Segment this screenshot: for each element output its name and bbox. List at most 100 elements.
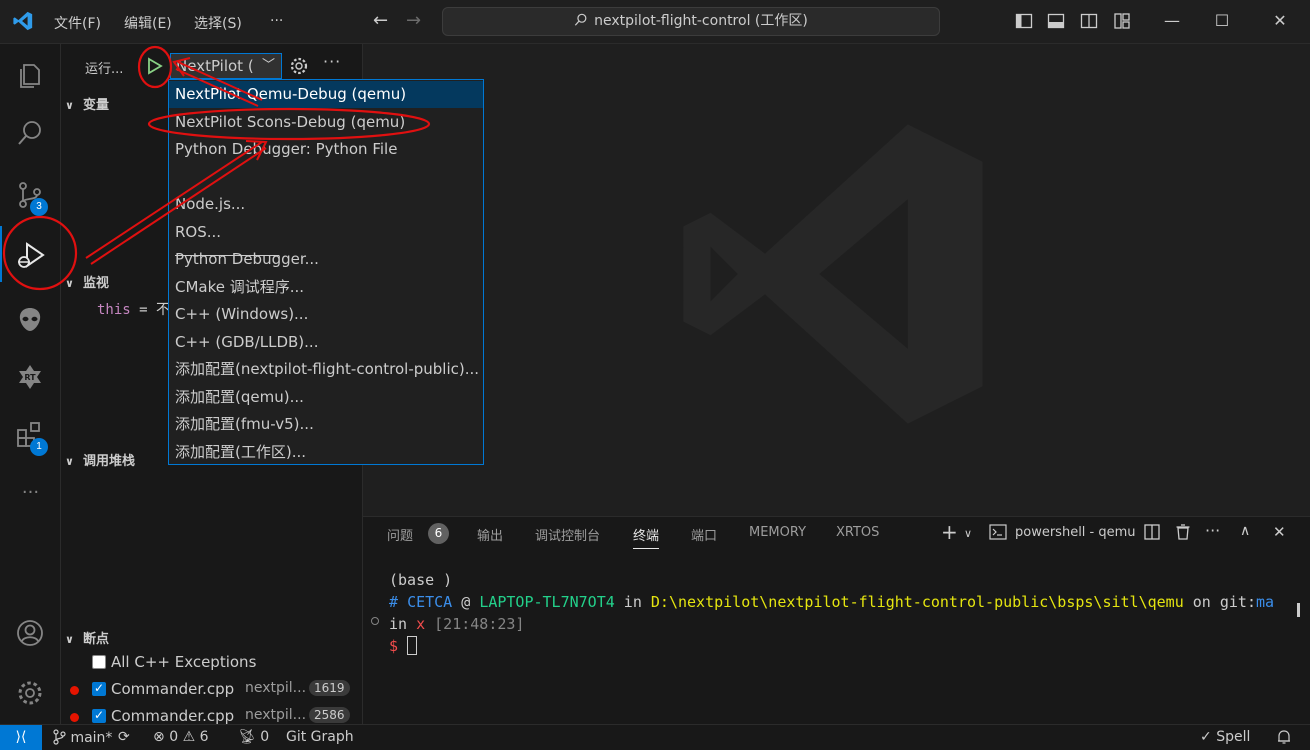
breakpoint-row[interactable]: Commander.cpp nextpil... 1619 xyxy=(61,677,363,703)
search-button[interactable] xyxy=(0,106,61,156)
dropdown-option[interactable]: CMake 调试程序... xyxy=(169,274,483,301)
antenna-icon: 📡︎ xyxy=(238,729,256,745)
problems-status[interactable]: ⊗ 0 ⚠ 6 xyxy=(153,729,209,745)
tab-ports[interactable]: 端口 xyxy=(691,525,717,544)
terminal-text: on xyxy=(1183,593,1220,611)
variables-section-header[interactable]: ∨ 变量 xyxy=(65,94,109,113)
vscode-watermark-icon xyxy=(683,124,983,424)
branch-name: main* xyxy=(70,730,113,746)
debug-config-select[interactable]: NextPilot ( ﹀ xyxy=(170,53,282,79)
more-actions-icon[interactable]: ··· xyxy=(1205,521,1220,540)
breakpoint-checkbox[interactable] xyxy=(92,655,106,669)
chevron-down-icon[interactable]: ∨ xyxy=(964,527,972,540)
terminal-text: x xyxy=(416,615,426,633)
toggle-primary-sidebar-icon[interactable] xyxy=(1015,12,1033,30)
dropdown-option[interactable]: 添加配置(fmu-v5)... xyxy=(169,411,483,438)
spell-label: Spell xyxy=(1216,729,1251,745)
dropdown-option[interactable]: Node.js... xyxy=(169,191,483,218)
breakpoints-section-header[interactable]: ∨ 断点 xyxy=(65,628,109,647)
more-views-icon[interactable]: ··· xyxy=(0,468,61,518)
source-control-button[interactable]: 3 xyxy=(0,168,61,218)
customize-layout-icon[interactable] xyxy=(1113,12,1131,30)
dropdown-option[interactable]: C++ (Windows)... xyxy=(169,301,483,328)
menu-edit[interactable]: 编辑(E) xyxy=(124,13,172,33)
tab-terminal[interactable]: 终端 xyxy=(633,525,660,549)
close-panel-icon[interactable]: ✕ xyxy=(1273,523,1286,541)
toggle-secondary-sidebar-icon[interactable] xyxy=(1080,12,1098,30)
search-icon xyxy=(574,8,588,35)
tab-output[interactable]: 输出 xyxy=(477,525,503,544)
run-and-debug-button[interactable] xyxy=(0,226,61,282)
search-text: nextpilot-flight-control (工作区) xyxy=(594,13,808,29)
split-terminal-icon[interactable] xyxy=(1143,523,1161,545)
chevron-down-icon: ﹀ xyxy=(261,58,275,73)
spell-status[interactable]: ✓ Spell xyxy=(1200,729,1250,745)
extensions-button[interactable]: 1 xyxy=(0,408,61,458)
watch-expr-op: = xyxy=(130,302,157,318)
close-icon[interactable]: ✕ xyxy=(1270,11,1290,30)
dropdown-option[interactable]: NextPilot Scons-Debug (qemu) xyxy=(169,109,483,136)
new-terminal-plus-icon[interactable]: + xyxy=(941,520,958,544)
platformio-button[interactable] xyxy=(0,292,61,342)
menu-file[interactable]: 文件(F) xyxy=(54,13,101,33)
debug-config-value: NextPilot ( xyxy=(176,57,254,75)
menu-selection[interactable]: 选择(S) xyxy=(194,13,242,33)
account-icon xyxy=(17,620,43,646)
explorer-button[interactable] xyxy=(0,48,61,98)
watch-expression[interactable]: this = 不 xyxy=(97,299,170,319)
rt-thread-button[interactable]: RT xyxy=(0,350,61,400)
terminal-text: LAPTOP-TL7N7OT4 xyxy=(479,593,615,611)
call-stack-section-header[interactable]: ∨ 调用堆栈 xyxy=(65,450,135,469)
sync-icon[interactable]: ⟳ xyxy=(118,729,130,745)
chevron-down-icon: ∨ xyxy=(65,99,74,112)
breakpoint-checkbox[interactable] xyxy=(92,708,106,723)
forward-arrow-icon[interactable]: → xyxy=(406,10,421,31)
branch-status[interactable]: main* xyxy=(52,729,112,746)
git-graph-button[interactable]: Git Graph xyxy=(286,729,354,745)
toggle-panel-icon[interactable] xyxy=(1047,12,1065,30)
terminal-scrollbar[interactable] xyxy=(1297,603,1300,617)
dropdown-option[interactable]: 添加配置(qemu)... xyxy=(169,384,483,411)
svg-text:RT: RT xyxy=(24,373,36,382)
command-center-search[interactable]: nextpilot-flight-control (工作区) xyxy=(442,7,940,36)
minimize-icon[interactable]: — xyxy=(1162,11,1182,30)
back-arrow-icon[interactable]: ← xyxy=(373,10,388,31)
dropdown-option[interactable]: 添加配置(nextpilot-flight-control-public)... xyxy=(169,356,483,383)
terminal-text: ma xyxy=(1255,593,1275,611)
more-actions-icon[interactable]: ··· xyxy=(323,52,341,71)
remote-indicator-icon[interactable]: ⟩⟨ xyxy=(0,725,42,750)
tab-xrtos[interactable]: XRTOS xyxy=(836,525,879,540)
dropdown-option[interactable]: ROS... xyxy=(169,219,483,246)
maximize-icon[interactable]: ☐ xyxy=(1212,11,1232,30)
dropdown-option[interactable]: 添加配置(工作区)... xyxy=(169,439,483,466)
tab-problems[interactable]: 问题 xyxy=(387,525,413,544)
manage-button[interactable] xyxy=(0,666,61,716)
dropdown-option[interactable]: Python Debugger: Python File xyxy=(169,136,483,163)
ports-status[interactable]: 📡︎ 0 xyxy=(238,729,269,745)
rt-thread-icon: RT xyxy=(19,365,41,389)
error-count: 0 xyxy=(169,729,179,745)
extensions-badge: 1 xyxy=(30,438,48,456)
dropdown-option[interactable]: Python Debugger... xyxy=(169,246,483,273)
breakpoint-row[interactable]: All C++ Exceptions xyxy=(61,650,363,676)
editor-area[interactable] xyxy=(363,44,1310,516)
tab-debug-console[interactable]: 调试控制台 xyxy=(535,525,600,544)
watch-section-header[interactable]: ∨ 监视 xyxy=(65,272,109,291)
open-launch-json-gear-icon[interactable] xyxy=(289,56,309,76)
tab-memory[interactable]: MEMORY xyxy=(749,525,806,540)
terminal-name[interactable]: powershell - qemu xyxy=(1015,525,1136,540)
start-debugging-icon[interactable] xyxy=(143,55,165,77)
dropdown-option[interactable]: C++ (GDB/LLDB)... xyxy=(169,329,483,356)
ports-count: 0 xyxy=(260,729,270,745)
breakpoint-checkbox[interactable] xyxy=(92,681,106,696)
menu-more[interactable]: ··· xyxy=(270,13,283,29)
dropdown-option[interactable]: NextPilot Qemu-Debug (qemu) xyxy=(169,81,483,108)
breakpoint-dot-icon xyxy=(70,686,79,695)
trash-icon[interactable] xyxy=(1174,523,1192,545)
terminal-text: # xyxy=(389,593,408,611)
notifications-bell-icon[interactable] xyxy=(1276,729,1292,747)
accounts-button[interactable] xyxy=(0,606,61,656)
debug-config-dropdown: NextPilot Qemu-Debug (qemu) NextPilot Sc… xyxy=(168,79,484,465)
maximize-panel-chevron-up-icon[interactable]: ∧ xyxy=(1240,523,1250,539)
terminal-output[interactable]: (base ) # CETCA @ LAPTOP-TL7N7OT4 in D:\… xyxy=(389,569,1274,657)
